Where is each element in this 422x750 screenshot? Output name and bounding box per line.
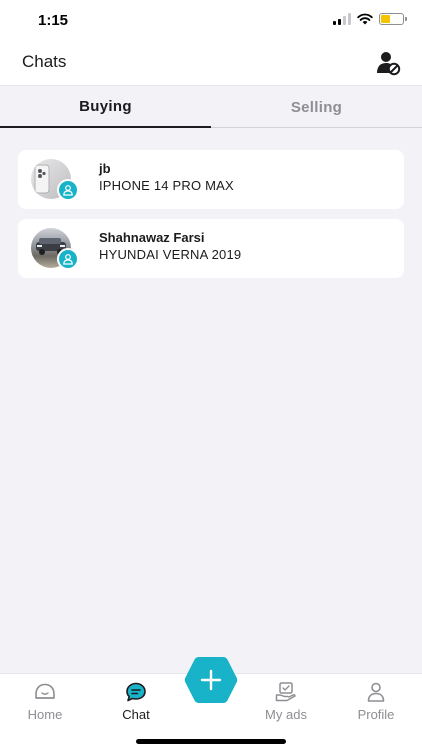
chat-icon xyxy=(126,682,146,702)
page-title: Chats xyxy=(22,52,67,71)
user-badge-icon xyxy=(57,179,79,201)
tab-buying[interactable]: Buying xyxy=(0,87,211,128)
battery-icon xyxy=(379,13,407,25)
person-block-icon xyxy=(377,52,401,76)
tabs: Buying Selling xyxy=(0,87,422,128)
chat-list: jb IPHONE 14 PRO MAX Shahnawaz Farsi HYU… xyxy=(18,150,404,288)
blocked-users-button[interactable] xyxy=(374,49,402,77)
status-bar: 1:15 xyxy=(0,0,422,40)
nav-label: Chat xyxy=(122,707,150,722)
nav-my-ads[interactable]: My ads xyxy=(246,680,326,724)
wifi-icon xyxy=(357,13,373,25)
chat-ad-title: IPHONE 14 PRO MAX xyxy=(99,178,234,193)
nav-label: Home xyxy=(27,707,63,722)
my-ads-icon xyxy=(275,682,296,702)
header: Chats xyxy=(0,40,422,86)
home-indicator xyxy=(136,739,286,744)
chat-name: jb xyxy=(99,161,111,176)
nav-label: My ads xyxy=(265,707,307,722)
chat-name: Shahnawaz Farsi xyxy=(99,230,205,245)
status-time: 1:15 xyxy=(38,12,69,29)
tab-selling[interactable]: Selling xyxy=(211,87,422,128)
signal-icon xyxy=(333,13,351,25)
post-ad-button[interactable] xyxy=(184,655,238,705)
chat-list-item[interactable]: jb IPHONE 14 PRO MAX xyxy=(18,150,404,209)
home-icon xyxy=(35,683,55,699)
chat-list-item[interactable]: Shahnawaz Farsi HYUNDAI VERNA 2019 xyxy=(18,219,404,278)
plus-icon xyxy=(184,657,238,703)
user-badge-icon xyxy=(57,248,79,270)
nav-label: Profile xyxy=(357,707,395,722)
avatar xyxy=(31,228,79,270)
nav-home[interactable]: Home xyxy=(5,680,85,724)
avatar xyxy=(31,159,79,201)
nav-chat[interactable]: Chat xyxy=(96,680,176,724)
chat-ad-title: HYUNDAI VERNA 2019 xyxy=(99,247,242,262)
status-icons xyxy=(333,13,407,25)
nav-profile[interactable]: Profile xyxy=(336,680,416,724)
profile-icon xyxy=(367,682,385,702)
